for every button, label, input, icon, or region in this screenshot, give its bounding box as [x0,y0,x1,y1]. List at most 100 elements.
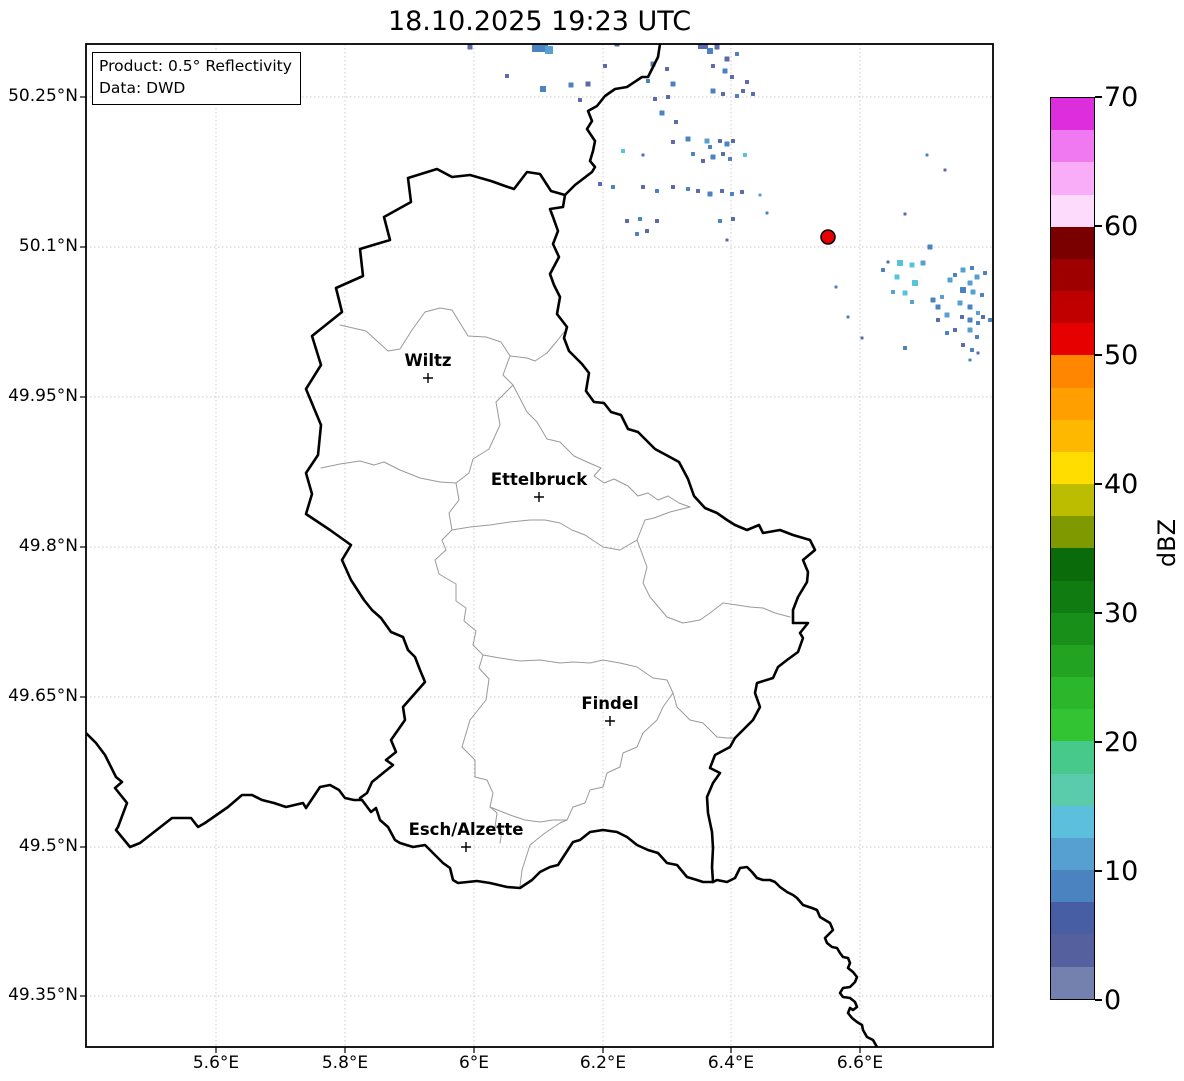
colorbar-segment [1051,484,1094,517]
city-markers: Wiltz Ettelbruck Findel Esch/Alzette [404,351,639,852]
colorbar-tick-mark [1095,96,1102,98]
radar-echo-pixel [970,289,976,295]
colorbar-tick-mark [1095,999,1102,1001]
city-label: Findel [581,694,638,713]
radar-echo-pixel [927,244,933,250]
radar-echo-pixel [505,74,509,78]
canton-border-line [509,331,565,362]
radar-echo-pixel [725,238,729,242]
radar-echo-pixel [960,287,966,293]
colorbar-segment [1051,934,1094,967]
colorbar-segment [1051,837,1094,871]
radar-site-dot [820,229,836,245]
radar-echo-pixel [943,168,947,172]
lon-tick-label: 6.4°E [707,1053,755,1073]
colorbar-segment [1051,387,1094,420]
city-plus-marker [534,492,544,502]
radar-echo-pixel [936,318,940,322]
colorbar-segment [1051,258,1094,292]
colorbar-tick-label: 40 [1104,469,1139,500]
radar-echo-pixel [674,120,678,124]
radar-echo-pixel [655,189,659,193]
radar-echo-pixel [751,92,755,96]
radar-echo-pixel [641,185,645,189]
radar-echo-pixel [741,89,745,93]
radar-echo-pixel [467,44,473,50]
border-germany_france [711,865,879,1047]
radar-echo-pixel [701,159,705,163]
colorbar-tick-mark [1095,870,1102,872]
radar-echo-pixel [960,315,964,319]
colorbar-segment [1051,677,1094,710]
city-label: Ettelbruck [491,470,588,489]
city-group: Ettelbruck [491,470,588,502]
colorbar-segment [1051,451,1094,485]
city-group: Wiltz [404,351,452,383]
canton-border-line [636,506,791,624]
colorbar-segment [1051,98,1094,131]
colorbar-segment [1051,291,1094,324]
radar-figure: 18.10.2025 19:23 UTC Wiltz Ettelbruck Find… [0,0,1184,1081]
radar-echo-pixel [724,56,730,62]
border-luxembourg [304,167,817,890]
radar-echo-pixel [834,285,838,289]
radar-echo-pixel [976,321,980,325]
radar-echo-pixel [976,351,980,355]
colorbar-segment [1051,805,1094,838]
colorbar-tick-mark [1095,483,1102,485]
radar-echo-pixel [691,152,695,156]
colorbar-segment [1051,773,1094,806]
radar-echo-pixel [903,346,907,350]
radar-echo-pixel [740,190,744,194]
colorbar-segment [1051,226,1094,259]
colorbar-segment [1051,902,1094,935]
colorbar-tick-mark [1095,354,1102,356]
colorbar-segment [1051,548,1094,581]
product-line: Product: 0.5° Reflectivity [99,57,292,75]
lat-tick-label: 49.65°N [8,686,78,706]
radar-echo-pixel [920,260,926,266]
radar-echo-pixel [953,328,957,332]
radar-echo-pixel [970,266,974,270]
radar-echo-pixel [975,335,979,339]
radar-echo-pixel [909,262,915,268]
radar-echo-pixel [598,182,602,186]
radar-echo-pixel [635,232,639,236]
colorbar-segment [1051,419,1094,452]
radar-echo-pixel [731,217,735,221]
colorbar-tick-mark [1095,612,1102,614]
radar-echo-pixel [735,94,739,98]
colorbar-tick-label: 20 [1104,727,1139,758]
radar-echo-pixel [710,154,716,160]
radar-echo-pixel [765,211,769,215]
colorbar-segment [1051,741,1094,774]
colorbar-tick-label: 70 [1104,82,1139,113]
radar-echo-pixel [758,193,762,197]
axis-tick-marks [80,96,861,1053]
radar-echo-pixel [621,149,625,153]
city-label: Wiltz [404,351,451,370]
city-plus-marker [605,716,615,726]
radar-echo-pixel [625,219,629,223]
canton-border-line [451,519,638,551]
lat-tick-label: 49.95°N [8,386,78,406]
radar-echo-pixel [912,280,918,286]
radar-echo-pixel [981,315,985,319]
radar-echo-pixel [603,64,607,68]
radar-echo-pixel [718,139,722,143]
radar-echo-pixel [707,191,713,197]
border-france_belgium [86,731,364,849]
radar-echo-pixel [940,295,944,299]
canton-borders [320,307,791,887]
city-group: Findel [581,694,639,726]
radar-echo-pixel [711,64,715,68]
radar-echo-pixel [696,189,700,193]
radar-echo-pixel [710,88,716,94]
radar-echo-pixel [735,52,739,56]
radar-echo-pixel [708,145,712,149]
radar-echo-pixel [745,80,749,84]
colorbar-tick-mark [1095,741,1102,743]
radar-echo-pixel [902,290,908,296]
radar-echo-pixel [641,153,645,157]
radar-echo-pixel [860,336,864,340]
